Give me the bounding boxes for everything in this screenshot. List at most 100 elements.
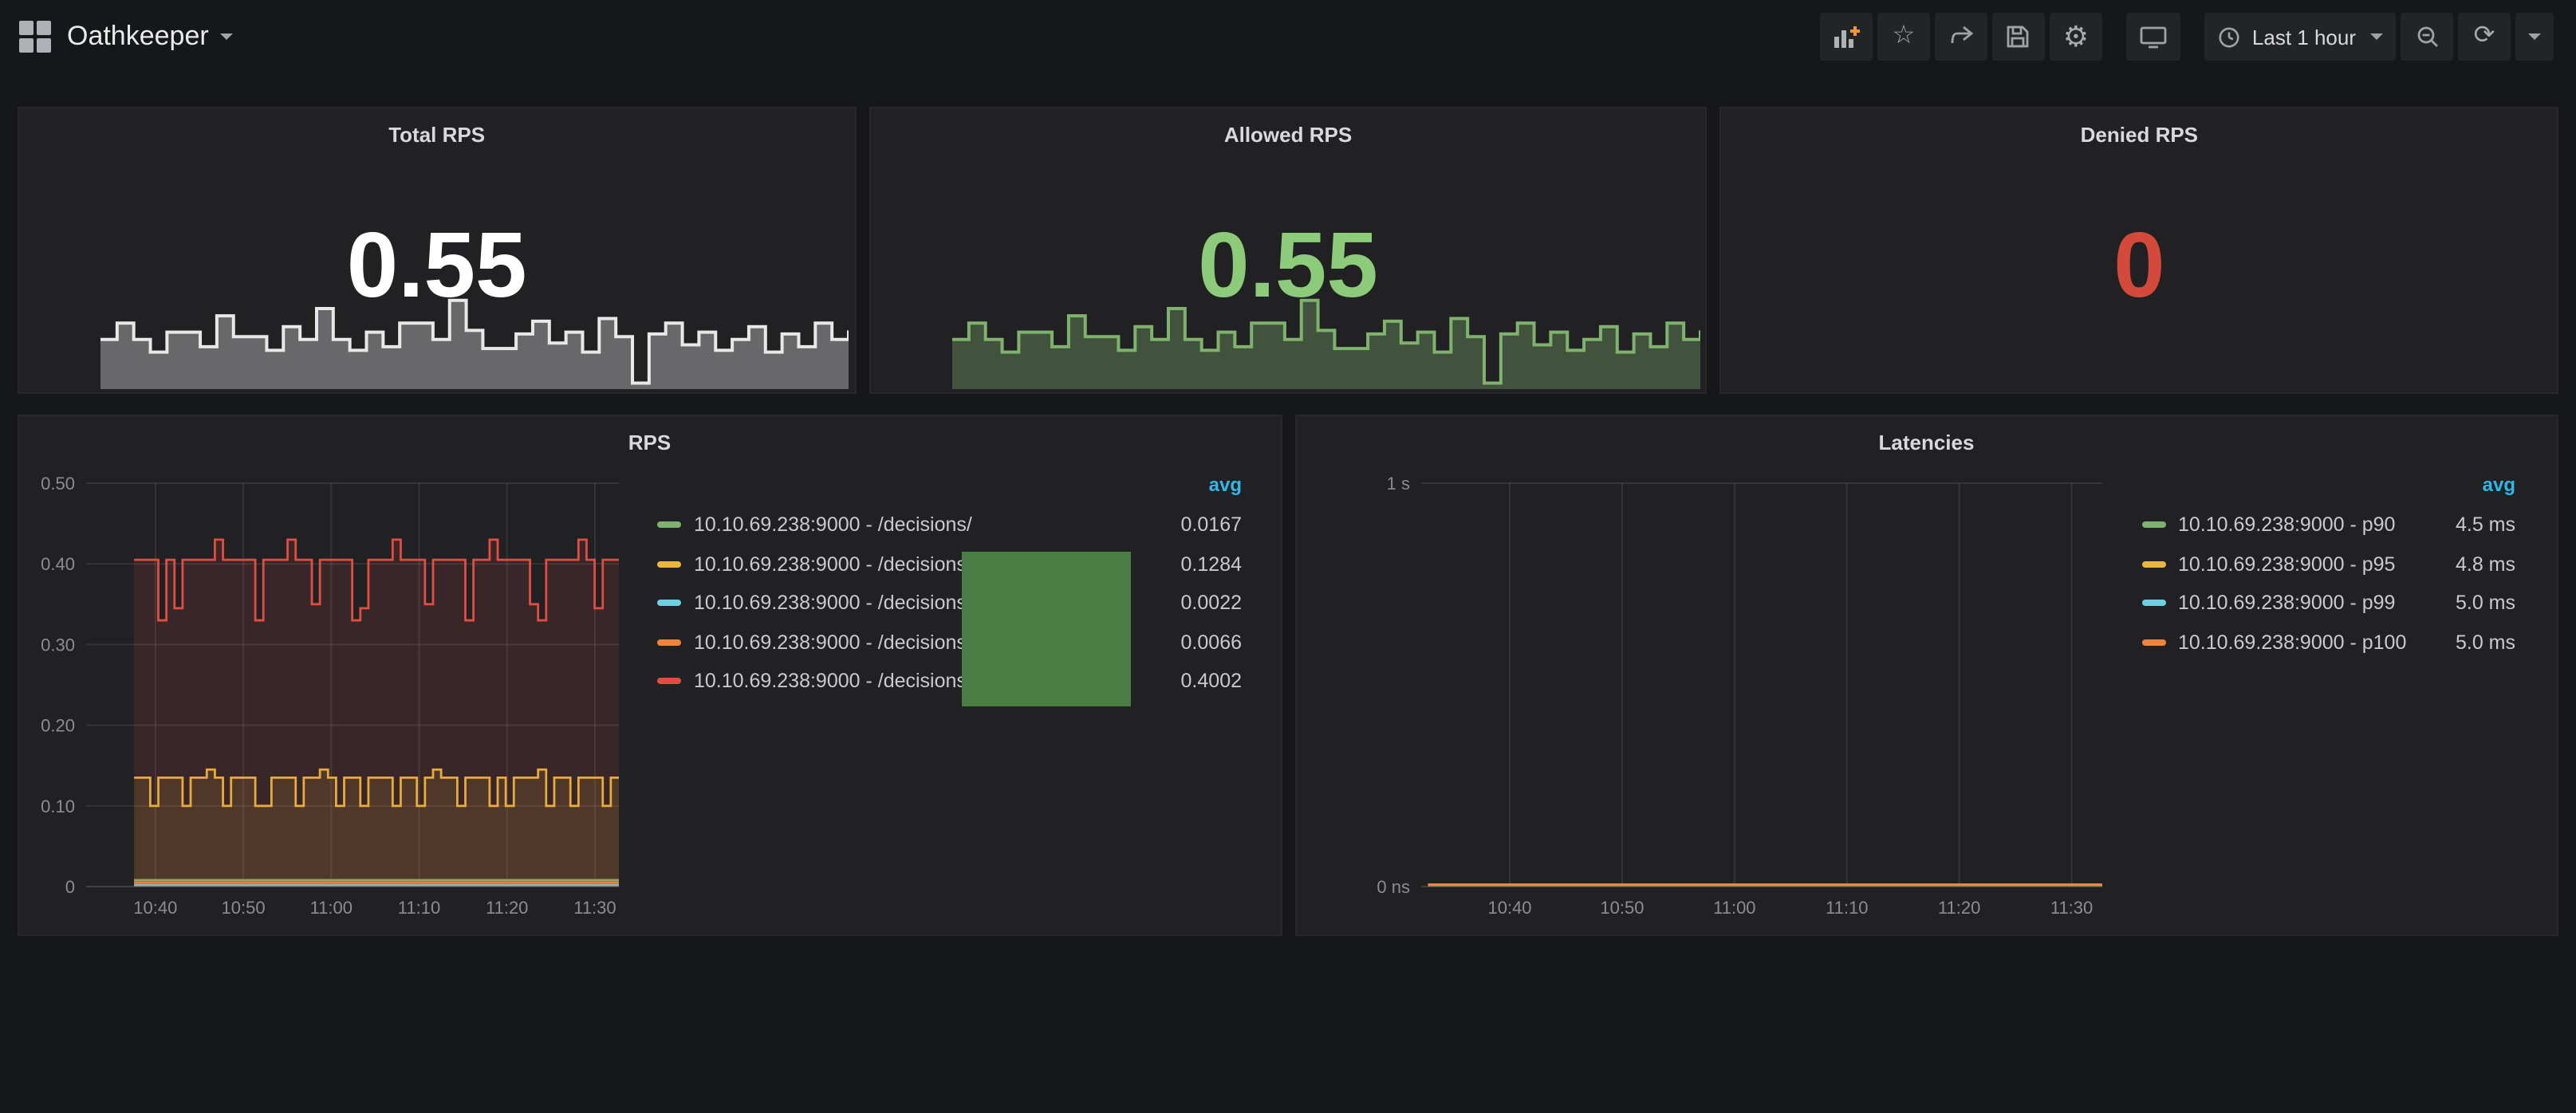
- legend-item[interactable]: 10.10.69.238:9000 - /decisions/ 0.4002: [657, 662, 1242, 701]
- svg-text:10:50: 10:50: [222, 898, 266, 918]
- time-range-picker[interactable]: Last 1 hour: [2204, 13, 2396, 61]
- series-avg-value: 0.0066: [1168, 631, 1242, 654]
- svg-text:0.40: 0.40: [41, 554, 75, 574]
- svg-text:10:40: 10:40: [1487, 898, 1530, 918]
- refresh-interval-caret-icon: [2528, 33, 2541, 40]
- total-rps-sparkline: [100, 293, 848, 389]
- series-color-dash: [657, 561, 681, 568]
- svg-text:11:20: 11:20: [486, 898, 528, 918]
- series-avg-value: 0.0022: [1168, 592, 1242, 615]
- green-overlay: [962, 552, 1131, 706]
- svg-text:11:20: 11:20: [1937, 898, 1979, 918]
- svg-text:10:50: 10:50: [1599, 898, 1643, 918]
- refresh-interval-dropdown[interactable]: [2515, 13, 2554, 61]
- star-dashboard-button[interactable]: ☆: [1877, 13, 1930, 61]
- svg-text:1 s: 1 s: [1386, 474, 1409, 494]
- panel-title-allowed-rps[interactable]: Allowed RPS: [870, 123, 1705, 147]
- panel-title-denied-rps[interactable]: Denied RPS: [1722, 123, 2557, 147]
- svg-text:11:30: 11:30: [573, 898, 616, 918]
- svg-text:11:10: 11:10: [398, 898, 440, 918]
- series-avg-value: 0.1284: [1168, 553, 1242, 576]
- panel-denied-rps: Denied RPS 0: [1720, 107, 2558, 394]
- grafana-apps-grid-icon[interactable]: [19, 21, 51, 53]
- panel-latencies: Latencies 1 s 0 ns 10:40 10:50 11:00 11:10 11:…: [1294, 415, 2558, 936]
- svg-text:0 ns: 0 ns: [1376, 877, 1409, 897]
- svg-text:11:10: 11:10: [1825, 898, 1867, 918]
- star-icon: ☆: [1893, 24, 1916, 49]
- series-avg-value: 5.0 ms: [2442, 631, 2515, 654]
- series-color-dash: [657, 600, 681, 607]
- series-avg-value: 4.5 ms: [2442, 514, 2515, 537]
- zoom-out-icon: [2414, 24, 2440, 49]
- series-color-dash: [657, 678, 681, 685]
- svg-text:11:00: 11:00: [1712, 898, 1755, 918]
- dashboard-title-caret-icon[interactable]: [220, 33, 233, 40]
- series-label: 10.10.69.238:9000 - p90: [2178, 514, 2429, 537]
- series-color-dash: [657, 639, 681, 646]
- series-color-dash: [2141, 600, 2165, 607]
- latencies-legend: avg 10.10.69.238:9000 - p90 4.5 ms 10.10…: [2141, 474, 2515, 662]
- navbar: Oathkeeper ☆: [0, 0, 2576, 73]
- series-avg-value: 5.0 ms: [2442, 592, 2515, 615]
- refresh-dashboard-button[interactable]: ⟳: [2458, 13, 2511, 61]
- latencies-chart[interactable]: 1 s 0 ns 10:40 10:50 11:00 11:10 11:20 11:30: [1306, 464, 2111, 928]
- series-color-dash: [2141, 522, 2165, 529]
- panel-title-latencies[interactable]: Latencies: [1296, 431, 2557, 454]
- gear-icon: ⚙: [2063, 22, 2089, 51]
- svg-text:11:30: 11:30: [2050, 898, 2092, 918]
- series-color-dash: [2141, 639, 2165, 646]
- add-panel-button[interactable]: [1820, 13, 1873, 61]
- add-panel-icon: [1833, 23, 1860, 50]
- cycle-view-mode-button[interactable]: [2126, 13, 2180, 61]
- series-avg-value: 0.0167: [1168, 514, 1242, 537]
- share-dashboard-button[interactable]: [1935, 13, 1987, 61]
- svg-text:0.10: 0.10: [41, 796, 75, 816]
- svg-text:0.50: 0.50: [41, 474, 75, 494]
- series-label: 10.10.69.238:9000 - p95: [2178, 553, 2429, 576]
- save-icon: [2006, 24, 2031, 49]
- series-color-dash: [2141, 561, 2165, 568]
- time-range-caret-icon: [2370, 33, 2383, 40]
- series-label: 10.10.69.238:9000 - p100: [2178, 631, 2429, 654]
- svg-text:0.20: 0.20: [41, 716, 75, 736]
- zoom-out-time-button[interactable]: [2401, 13, 2453, 61]
- panel-title-rps[interactable]: RPS: [19, 431, 1280, 454]
- legend-item[interactable]: 10.10.69.238:9000 - /decisions/ 0.0167: [657, 505, 1242, 545]
- rps-legend: avg 10.10.69.238:9000 - /decisions/ 0.01…: [657, 474, 1242, 701]
- legend-avg-header[interactable]: avg: [657, 474, 1242, 505]
- denied-rps-value: 0: [1722, 220, 2557, 313]
- dashboard-grid: Total RPS 0.55 Allowed RPS 0.55 Denied R…: [0, 73, 2576, 936]
- legend-item[interactable]: 10.10.69.238:9000 - /decisions/ 0.1284: [657, 545, 1242, 584]
- time-range-label: Last 1 hour: [2252, 25, 2356, 49]
- legend-item[interactable]: 10.10.69.238:9000 - p95 4.8 ms: [2141, 545, 2515, 584]
- series-avg-value: 0.4002: [1168, 671, 1242, 693]
- monitor-icon: [2139, 24, 2168, 49]
- svg-text:11:00: 11:00: [310, 898, 353, 918]
- legend-item[interactable]: 10.10.69.238:9000 - p90 4.5 ms: [2141, 505, 2515, 545]
- svg-text:0: 0: [65, 877, 75, 897]
- legend-item[interactable]: 10.10.69.238:9000 - p99 5.0 ms: [2141, 584, 2515, 623]
- series-color-dash: [657, 522, 681, 529]
- dashboard-title[interactable]: Oathkeeper: [67, 21, 209, 53]
- grafana-dashboard: Oathkeeper ☆: [0, 0, 2576, 1113]
- refresh-icon: ⟳: [2474, 24, 2495, 49]
- save-dashboard-button[interactable]: [1992, 13, 2045, 61]
- series-label: 10.10.69.238:9000 - p99: [2178, 592, 2429, 615]
- legend-item[interactable]: 10.10.69.238:9000 - /decisions/ 0.0022: [657, 584, 1242, 623]
- legend-avg-header[interactable]: avg: [2141, 474, 2515, 505]
- svg-text:0.30: 0.30: [41, 635, 75, 655]
- legend-item[interactable]: 10.10.69.238:9000 - p100 5.0 ms: [2141, 623, 2515, 662]
- svg-text:10:40: 10:40: [133, 898, 177, 918]
- panel-title-total-rps[interactable]: Total RPS: [19, 123, 854, 147]
- clock-icon: [2217, 25, 2241, 49]
- dashboard-settings-button[interactable]: ⚙: [2050, 13, 2102, 61]
- series-label: 10.10.69.238:9000 - /decisions/: [694, 514, 1156, 537]
- allowed-rps-sparkline: [951, 293, 1699, 389]
- panel-rps: RPS 0.50 0.40 0.30 0.20 0.10 0 10:40 10:50 11:00…: [18, 415, 1282, 936]
- panel-total-rps: Total RPS 0.55: [18, 107, 856, 394]
- series-avg-value: 4.8 ms: [2442, 553, 2515, 576]
- legend-item[interactable]: 10.10.69.238:9000 - /decisions/ 0.0066: [657, 623, 1242, 662]
- rps-chart[interactable]: 0.50 0.40 0.30 0.20 0.10 0 10:40 10:50 11:00 11:1…: [29, 464, 628, 928]
- panel-allowed-rps: Allowed RPS 0.55: [869, 107, 1707, 394]
- share-icon: [1948, 24, 1974, 49]
